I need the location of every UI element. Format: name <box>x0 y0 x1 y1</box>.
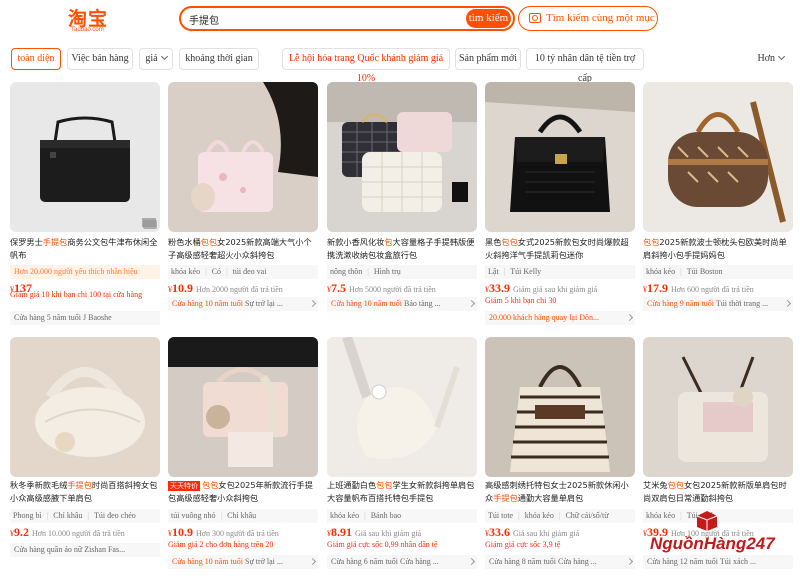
shop-link[interactable]: Cửa hàng 10 năm tuổi Bảo tàng ... <box>327 297 477 311</box>
product-tags: khóa kéoTúi Boston <box>643 265 793 279</box>
search-box: tìm kiếm <box>179 6 515 31</box>
product-card[interactable]: 黑色包包女式2025新款包女时尚爆款超火斜挎洋气手提凯莉包迷你 LậtTúi K… <box>485 82 635 332</box>
chevron-down-icon <box>777 52 786 61</box>
filter-time-range[interactable]: khoảng thời gian <box>179 48 259 70</box>
taobao-logo[interactable]: 淘宝 Taobao.com <box>68 4 118 34</box>
promo-text: Giảm giá 10 khi bạn chi 100 tại cửa hàng <box>10 290 143 299</box>
product-price: ¥10.9 Hơn 2000 người đã trả tiền <box>168 281 283 295</box>
product-title[interactable]: 粉色水桶包包女2025新款高端大气小个子高级感轻奢超火小众斜挎包 <box>168 236 318 262</box>
filter-subsidy[interactable]: 10 tỷ nhân dân tệ tiền trợ cấp <box>526 48 644 84</box>
product-card[interactable]: 包包2025新款波士顿枕头包欧美时尚单肩斜挎小包手提妈妈包 khóa kéoTú… <box>643 82 793 332</box>
shop-link[interactable]: Cửa hàng 5 năm tuổi J Baoshe <box>10 311 160 325</box>
chevron-right-icon <box>308 299 317 308</box>
product-title[interactable]: 包包2025新款波士顿枕头包欧美时尚单肩斜挎小包手提妈妈包 <box>643 236 793 262</box>
product-price: ¥10.9 Hơn 300 người đã trả tiền <box>168 525 279 539</box>
filter-new[interactable]: Sản phẩm mới <box>455 48 521 70</box>
shop-link[interactable]: Cửa hàng 8 năm tuổi Cửa hàng ... <box>485 555 635 569</box>
product-image[interactable] <box>327 337 477 477</box>
product-image[interactable] <box>485 337 635 477</box>
promo-text: Giảm giá cực sốc 3,9 tệ <box>485 540 561 549</box>
product-tags: LậtTúi Kelly <box>485 265 635 279</box>
promo-text: Giảm giá 2 cho đơn hàng trên 20 <box>168 540 274 549</box>
product-card[interactable]: 保罗男士手提包商务公文包牛津布休闲全帆布 Hơn 20.000 người yê… <box>10 82 160 332</box>
product-title[interactable]: 上班通勤白色包包学生女新款斜挎单肩包大容量帆布百搭托特包手提包 <box>327 479 477 505</box>
product-title[interactable]: 艾米兔包包女包2025新款新版单肩包时尚双肩包日常通勤斜挎包 <box>643 479 793 505</box>
product-image[interactable] <box>10 337 160 477</box>
product-price: ¥7.5 Hơn 5000 người đã trả tiền <box>327 281 436 295</box>
filter-price-label: giá <box>145 53 158 64</box>
promo-text: Giảm giá cực sốc 0,99 nhân dân tệ <box>327 540 438 549</box>
box-icon <box>696 511 718 531</box>
filter-more[interactable]: Hơn <box>757 48 786 70</box>
shop-link[interactable]: Cửa hàng 10 năm tuổi Sự trở lại ... <box>168 297 318 311</box>
product-tags: túi vuông nhỏChỉ khâu <box>168 509 318 523</box>
product-title[interactable]: 黑色包包女式2025新款包女时尚爆款超火斜挎洋气手提凯莉包迷你 <box>485 236 635 262</box>
chevron-right-icon <box>467 299 476 308</box>
brand-notice: Hơn 20.000 người yêu thích nhãn hiệu <box>10 265 160 279</box>
chevron-right-icon <box>783 299 792 308</box>
shop-link[interactable]: Cửa hàng 6 năm tuổi Cửa hàng ... <box>327 555 477 569</box>
product-card[interactable]: 天天特价 包包女包2025年新款流行手提包高级感轻奢小众斜挎包 túi vuông… <box>168 337 318 578</box>
filter-promo[interactable]: Lễ hội hóa trang Quốc khánh giảm giá 10% <box>282 48 450 84</box>
product-image[interactable] <box>327 82 477 232</box>
watermark: NguồnHàng247 <box>650 510 790 560</box>
product-title[interactable]: 秋冬季新款毛绒手提包时尚百搭斜挎女包小众高级感腋下单肩包 <box>10 479 160 505</box>
product-image[interactable] <box>10 82 160 232</box>
product-price: ¥33.9 Giảm giá sau khi giảm giá <box>485 281 598 295</box>
filter-price[interactable]: giá <box>139 48 173 70</box>
logo-subtext: Taobao.com <box>71 27 104 33</box>
image-search-button[interactable]: Tìm kiếm cùng một mục <box>518 6 658 31</box>
product-image[interactable] <box>643 82 793 232</box>
product-title[interactable]: 天天特价 包包女包2025年新款流行手提包高级感轻奢小众斜挎包 <box>168 479 318 505</box>
product-card[interactable]: 新款小香风化妆包大容量格子手提韩版便携洗漱收纳包妆盒旅行包 nông thônH… <box>327 82 477 332</box>
product-title[interactable]: 高级感刺绣托特包女士2025新款休闲小众手提包通勤大容量单肩包 <box>485 479 635 505</box>
product-title[interactable]: 新款小香风化妆包大容量格子手提韩版便携洗漱收纳包妆盒旅行包 <box>327 236 477 262</box>
shop-link[interactable]: Cửa hàng 10 năm tuổi Sự trở lại ... <box>168 555 318 569</box>
shop-link[interactable]: 20.000 khách hàng quay lại Dôn... <box>485 311 635 325</box>
image-search-label: Tìm kiếm cùng một mục <box>546 12 655 24</box>
product-card[interactable]: 粉色水桶包包女2025新款高端大气小个子高级感轻奢超火小众斜挎包 khóa ké… <box>168 82 318 332</box>
product-image[interactable] <box>168 337 318 477</box>
product-tags: khóa kéoBánh bao <box>327 509 477 523</box>
top-header: 淘宝 Taobao.com tìm kiếm Tìm kiếm cùng một… <box>0 0 800 40</box>
product-price: ¥33.6 Giá sau khi giảm giá <box>485 525 580 539</box>
product-card[interactable]: 秋冬季新款毛绒手提包时尚百搭斜挎女包小众高级感腋下单肩包 Phong bìChỉ… <box>10 337 160 578</box>
filter-sales[interactable]: Việc bán hàng <box>67 48 133 70</box>
product-tags: Phong bìChỉ khâuTúi đeo chéo <box>10 509 160 523</box>
product-card[interactable]: 上班通勤白色包包学生女新款斜挎单肩包大容量帆布百搭托特包手提包 khóa kéo… <box>327 337 477 578</box>
search-input[interactable] <box>189 11 459 27</box>
camera-icon <box>529 13 541 23</box>
watermark-text: NguồnHàng247 <box>650 534 775 553</box>
product-tags: nông thônHình trụ <box>327 265 477 279</box>
chevron-right-icon <box>308 557 317 566</box>
filter-bar: toàn diện Việc bán hàng giá khoảng thời … <box>0 48 800 84</box>
ad-tag <box>143 220 157 229</box>
shop-link[interactable]: Cửa hàng quần áo nữ Zishan Fas... <box>10 543 160 557</box>
chevron-right-icon <box>625 557 634 566</box>
product-card[interactable]: 高级感刺绣托特包女士2025新款休闲小众手提包通勤大容量单肩包 Túi tote… <box>485 337 635 578</box>
search-button[interactable]: tìm kiếm <box>466 9 511 28</box>
chevron-right-icon <box>625 313 634 322</box>
chevron-right-icon <box>467 557 476 566</box>
shop-link[interactable]: Cửa hàng 9 năm tuổi Túi thời trang ... <box>643 297 793 311</box>
filter-more-label: Hơn <box>757 53 775 64</box>
chevron-down-icon <box>160 52 168 61</box>
product-price: ¥17.9 Hơn 600 người đã trả tiền <box>643 281 754 295</box>
filter-comprehensive[interactable]: toàn diện <box>11 48 61 70</box>
promo-text: Giảm 5 khi bạn chi 30 <box>485 296 557 305</box>
product-price: ¥8.91 Giá sau khi giảm giá <box>327 525 422 539</box>
product-image[interactable] <box>485 82 635 232</box>
product-title[interactable]: 保罗男士手提包商务公文包牛津布休闲全帆布 <box>10 236 160 262</box>
product-image[interactable] <box>643 337 793 477</box>
product-tags: khóa kéoCótúi đeo vai <box>168 265 318 279</box>
product-price: ¥9.2 Hơn 10.000 người đã trả tiền <box>10 525 125 539</box>
product-tags: Túi totekhóa kéoChữ cái/số/từ <box>485 509 635 523</box>
product-image[interactable] <box>168 82 318 232</box>
